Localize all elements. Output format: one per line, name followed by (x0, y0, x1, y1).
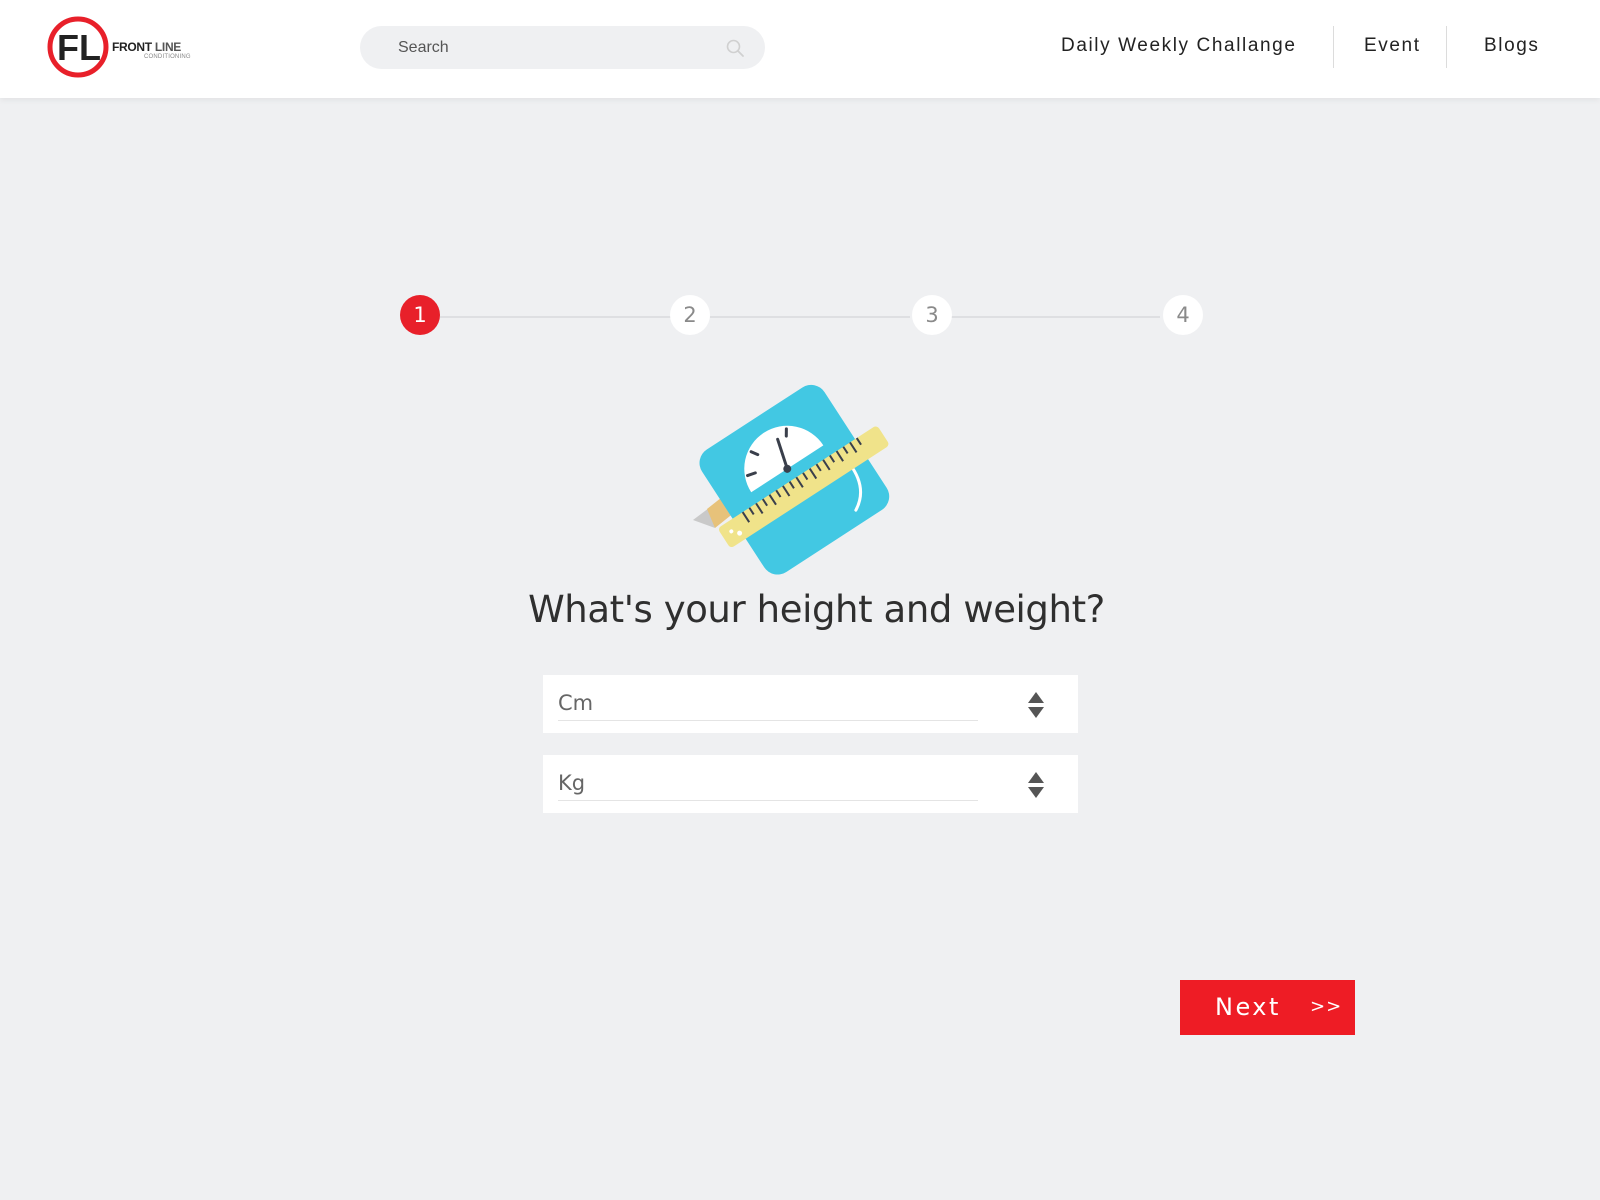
sort-arrows-icon[interactable] (1027, 691, 1045, 719)
nav-blogs[interactable]: Blogs (1484, 24, 1540, 68)
height-unit-select[interactable]: Cm (543, 675, 1078, 733)
nav-divider (1446, 26, 1447, 68)
question-title: What's your height and weight? (528, 588, 1105, 631)
sort-arrows-icon[interactable] (1027, 771, 1045, 799)
svg-text:FL: FL (57, 27, 101, 68)
double-chevron-right-icon: >> (1310, 996, 1343, 1017)
next-button-label: Next (1215, 993, 1281, 1021)
logo-wordmark: FRONT LINE (112, 40, 182, 54)
search-input[interactable] (398, 26, 718, 69)
scale-with-measuring-tape-icon (693, 384, 890, 575)
search-bar (360, 26, 765, 69)
height-unit-value: Cm (558, 689, 978, 721)
step-3[interactable]: 3 (912, 295, 952, 335)
nav-divider (1333, 26, 1334, 68)
step-connector (440, 316, 690, 318)
next-button[interactable]: Next >> (1180, 980, 1355, 1035)
logo-tagline: CONDITIONING (144, 54, 191, 60)
nav-daily-weekly-challenge[interactable]: Daily Weekly Challange (1061, 24, 1297, 68)
weight-unit-select[interactable]: Kg (543, 755, 1078, 813)
weight-unit-value: Kg (558, 769, 978, 801)
search-icon[interactable] (725, 38, 745, 58)
brand-logo[interactable]: FL FRONT LINE CONDITIONING (46, 14, 206, 80)
step-1[interactable]: 1 (400, 295, 440, 335)
logo-emblem-icon: FL (47, 16, 109, 78)
top-header: FL FRONT LINE CONDITIONING Daily Weekly … (0, 0, 1600, 98)
nav-event[interactable]: Event (1364, 24, 1421, 68)
step-connector (710, 316, 910, 318)
step-2[interactable]: 2 (670, 295, 710, 335)
step-connector (950, 316, 1160, 318)
step-4[interactable]: 4 (1163, 295, 1203, 335)
